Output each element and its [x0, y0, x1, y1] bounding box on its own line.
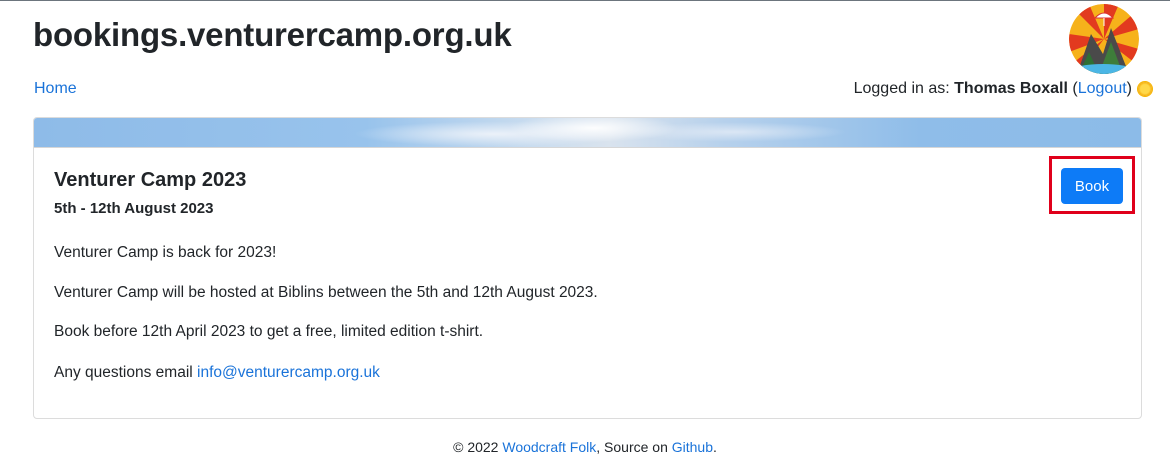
event-title: Venturer Camp 2023: [54, 169, 247, 191]
logged-in-prefix: Logged in as:: [853, 80, 955, 97]
login-status: Logged in as: Thomas Boxall ( Logout ): [854, 80, 1152, 98]
event-description-1: Venturer Camp is back for 2023!: [54, 244, 277, 261]
event-questions: Any questions email info@venturercamp.or…: [54, 364, 380, 382]
nav-home-link[interactable]: Home: [34, 80, 77, 98]
woodcraft-folk-link[interactable]: Woodcraft Folk: [502, 439, 596, 455]
event-dates: 5th - 12th August 2023: [54, 200, 214, 217]
site-title: bookings.venturercamp.org.uk: [33, 16, 512, 53]
event-banner-image: [34, 118, 1141, 148]
event-description-2: Venturer Camp will be hosted at Biblins …: [54, 284, 598, 301]
venturer-camp-logo[interactable]: [1069, 4, 1139, 74]
footer: © 2022 Woodcraft Folk, Source on Github.: [0, 439, 1170, 455]
footer-copyright: © 2022: [453, 439, 503, 455]
questions-prefix: Any questions email: [54, 364, 198, 381]
sun-icon: [1138, 82, 1152, 96]
github-link[interactable]: Github: [672, 439, 713, 455]
book-button[interactable]: Book: [1061, 168, 1123, 204]
logout-link[interactable]: Logout: [1078, 80, 1127, 98]
contact-email-link[interactable]: info@venturercamp.org.uk: [197, 364, 380, 381]
footer-source-text: , Source on: [596, 439, 672, 455]
user-name: Thomas Boxall: [954, 80, 1068, 97]
logout-close-paren: ): [1126, 80, 1132, 97]
logo-icon: [1069, 4, 1139, 74]
event-card: Venturer Camp 2023 5th - 12th August 202…: [33, 117, 1142, 419]
event-description-3: Book before 12th April 2023 to get a fre…: [54, 323, 484, 340]
footer-end: .: [713, 439, 717, 455]
